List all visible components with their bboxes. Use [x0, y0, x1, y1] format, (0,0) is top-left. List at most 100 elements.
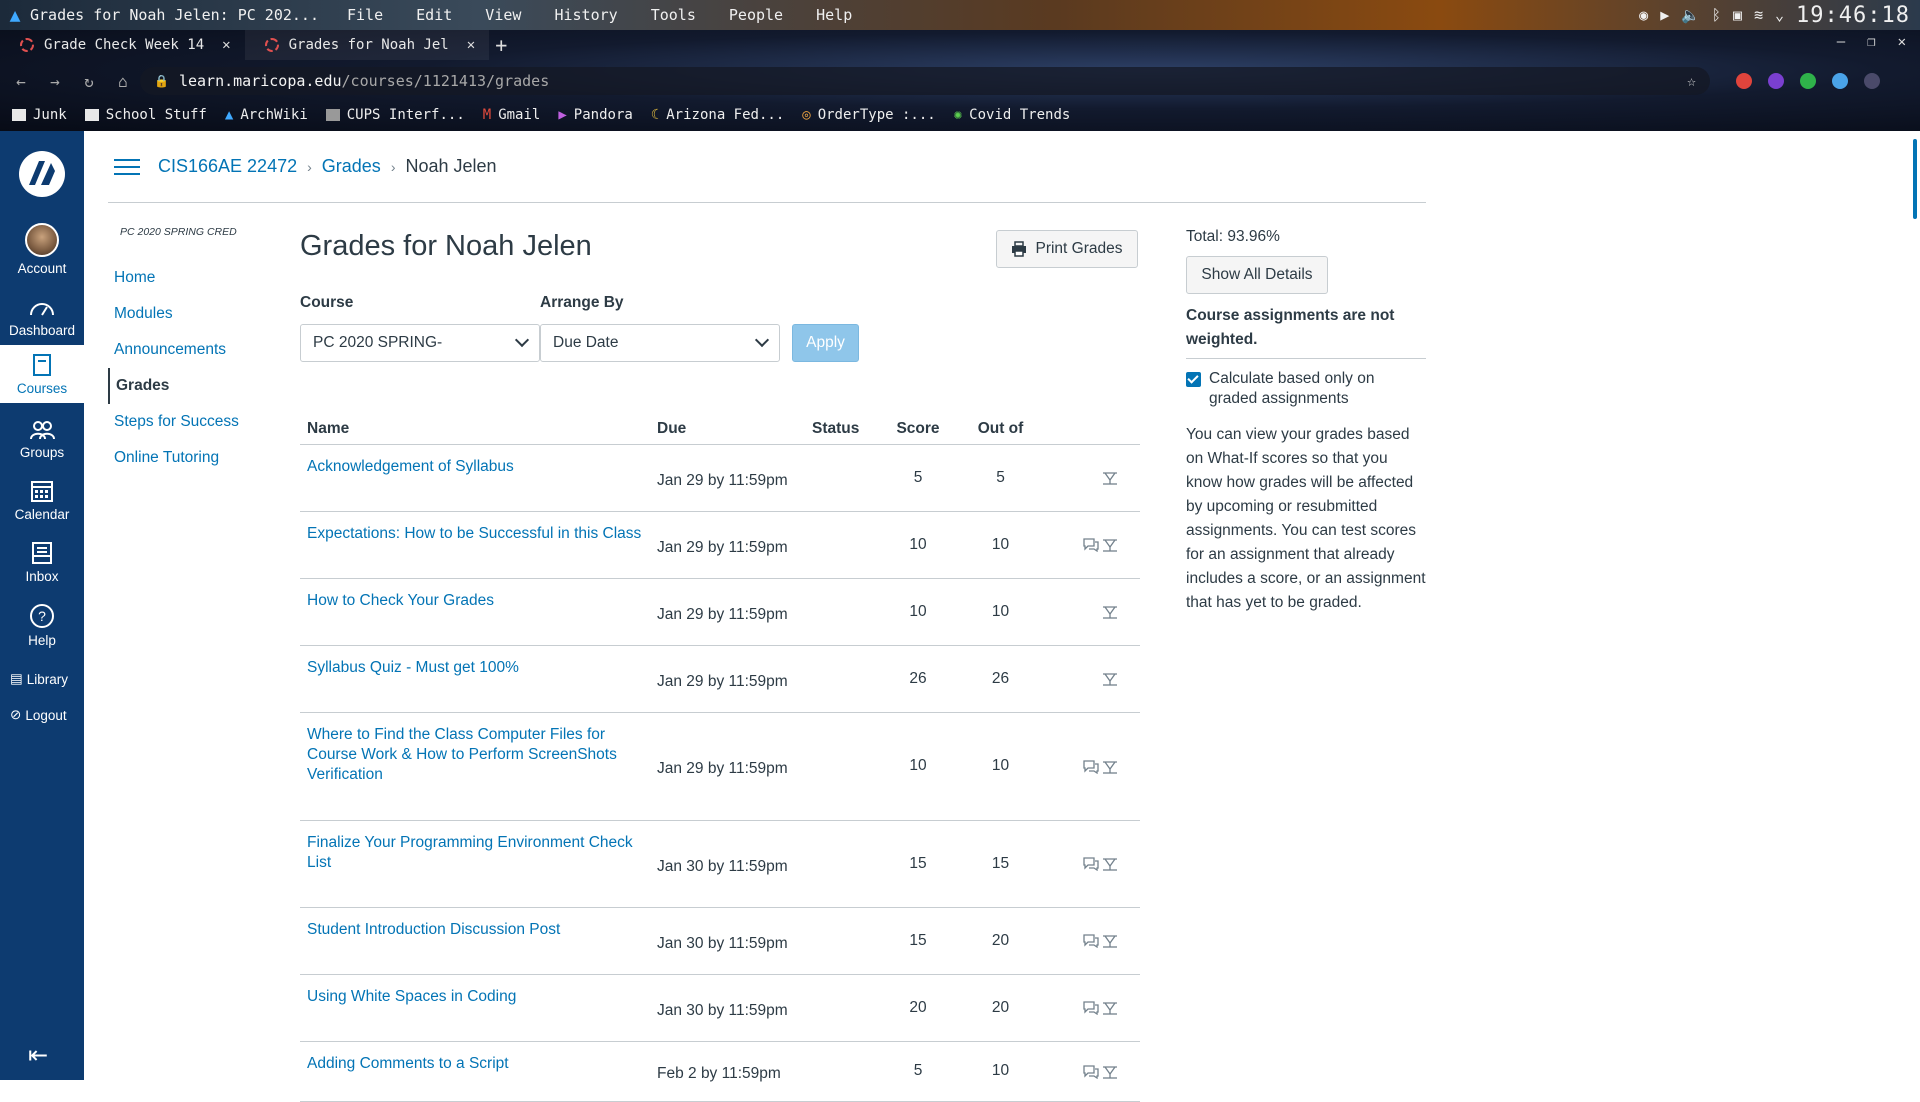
- nav-calendar[interactable]: Calendar: [0, 479, 84, 522]
- hamburger-menu-icon[interactable]: [114, 154, 140, 180]
- comments-icon[interactable]: [1083, 934, 1099, 949]
- rubric-icon[interactable]: [1102, 538, 1118, 552]
- breadcrumb-course[interactable]: CIS166AE 22472: [158, 156, 297, 177]
- tab-grades[interactable]: Grades for Noah Jel ✕: [244, 30, 490, 60]
- assignment-link[interactable]: Where to Find the Class Computer Files f…: [307, 725, 651, 785]
- comments-icon[interactable]: [1083, 857, 1099, 872]
- show-all-details-button[interactable]: Show All Details: [1186, 256, 1328, 294]
- nav-logout[interactable]: ⊘ Logout: [10, 707, 67, 723]
- apply-button[interactable]: Apply: [792, 324, 859, 362]
- score-cell[interactable]: 5: [882, 1041, 954, 1102]
- course-nav-steps-for-success[interactable]: Steps for Success: [108, 404, 278, 440]
- score-cell[interactable]: 15: [882, 907, 954, 975]
- bookmark-archwiki[interactable]: ▲ ArchWiki: [225, 107, 308, 123]
- bookmark-star-icon[interactable]: ☆: [1687, 72, 1696, 90]
- extension-icon[interactable]: [1832, 73, 1848, 89]
- score-cell[interactable]: 15: [882, 820, 954, 908]
- nav-courses[interactable]: Courses: [0, 345, 84, 403]
- menu-help[interactable]: Help: [816, 6, 852, 24]
- rubric-icon[interactable]: [1102, 1001, 1118, 1015]
- volume-icon[interactable]: 🔈: [1681, 6, 1700, 24]
- nav-library[interactable]: ▤ Library: [10, 671, 68, 687]
- bookmark-junk[interactable]: Junk: [12, 107, 67, 123]
- rubric-icon[interactable]: [1102, 672, 1118, 686]
- course-nav-modules[interactable]: Modules: [108, 296, 278, 332]
- assignment-link[interactable]: Adding Comments to a Script: [307, 1054, 651, 1074]
- url-bar[interactable]: 🔒 learn.maricopa.edu/courses/1121413/gra…: [140, 67, 1710, 95]
- score-cell[interactable]: 5: [882, 444, 954, 512]
- close-icon[interactable]: ✕: [467, 37, 475, 53]
- comments-icon[interactable]: [1083, 760, 1099, 774]
- comments-icon[interactable]: [1083, 538, 1099, 553]
- bookmark-covid[interactable]: ✺ Covid Trends: [954, 107, 1071, 123]
- home-icon[interactable]: ⌂: [110, 72, 136, 91]
- menu-history[interactable]: History: [554, 6, 617, 24]
- wifi-icon[interactable]: ≋: [1754, 6, 1763, 24]
- extension-icon[interactable]: [1768, 73, 1784, 89]
- course-nav-home[interactable]: Home: [108, 260, 278, 296]
- canvas-logo-icon[interactable]: [17, 149, 67, 199]
- close-window-icon[interactable]: ✕: [1898, 34, 1906, 50]
- comments-icon[interactable]: [1083, 1065, 1099, 1079]
- menu-people[interactable]: People: [729, 6, 783, 24]
- course-nav-online-tutoring[interactable]: Online Tutoring: [108, 440, 278, 476]
- nav-dashboard[interactable]: Dashboard: [0, 297, 84, 338]
- assignment-link[interactable]: Using White Spaces in Coding: [307, 987, 651, 1007]
- profile-avatar-icon[interactable]: [1864, 73, 1880, 89]
- bluetooth-icon[interactable]: ᛒ: [1712, 6, 1721, 24]
- bookmark-arizona-fed[interactable]: ☾ Arizona Fed...: [651, 107, 784, 123]
- score-cell[interactable]: 10: [882, 712, 954, 821]
- menu-edit[interactable]: Edit: [416, 6, 452, 24]
- bookmark-ordertype[interactable]: ◎ OrderType :...: [802, 107, 935, 123]
- assignment-link[interactable]: Finalize Your Programming Environment Ch…: [307, 833, 651, 873]
- nav-groups[interactable]: Groups: [0, 419, 84, 460]
- new-tab-icon[interactable]: +: [495, 33, 507, 57]
- rubric-icon[interactable]: [1102, 934, 1118, 948]
- assignment-link[interactable]: Expectations: How to be Successful in th…: [307, 524, 651, 544]
- assignment-link[interactable]: How to Check Your Grades: [307, 591, 651, 611]
- comments-icon[interactable]: [1083, 1001, 1099, 1016]
- minimize-icon[interactable]: —: [1837, 34, 1845, 50]
- assignment-link[interactable]: Student Introduction Discussion Post: [307, 920, 651, 940]
- rubric-icon[interactable]: [1102, 605, 1118, 619]
- score-cell[interactable]: 10: [882, 578, 954, 646]
- scrollbar-thumb[interactable]: [1913, 139, 1917, 219]
- course-select[interactable]: PC 2020 SPRING-: [300, 324, 540, 362]
- reload-icon[interactable]: ↻: [76, 72, 102, 91]
- breadcrumb-grades[interactable]: Grades: [322, 156, 381, 177]
- discord-icon[interactable]: ◉: [1639, 6, 1648, 24]
- extension-icon[interactable]: [1800, 73, 1816, 89]
- nav-inbox[interactable]: Inbox: [0, 541, 84, 584]
- chevron-down-icon[interactable]: ⌄: [1775, 6, 1784, 24]
- tab-grade-check[interactable]: Grade Check Week 14 ✕: [0, 30, 245, 60]
- ublock-icon[interactable]: [1736, 73, 1752, 89]
- score-cell[interactable]: 10: [882, 511, 954, 579]
- rubric-icon[interactable]: [1102, 471, 1118, 485]
- scrollbar[interactable]: [1906, 131, 1920, 1080]
- forward-icon[interactable]: →: [42, 72, 68, 91]
- lock-icon[interactable]: 🔒: [154, 74, 169, 88]
- course-nav-grades[interactable]: Grades: [108, 368, 278, 404]
- print-grades-button[interactable]: Print Grades: [996, 230, 1138, 268]
- assignment-link[interactable]: Acknowledgement of Syllabus: [307, 457, 651, 477]
- media-play-icon[interactable]: ▶: [1660, 6, 1669, 24]
- back-icon[interactable]: ←: [8, 72, 34, 91]
- bookmark-school-stuff[interactable]: School Stuff: [84, 107, 207, 123]
- arch-logo-icon[interactable]: ▲: [0, 5, 30, 26]
- menu-view[interactable]: View: [485, 6, 521, 24]
- close-icon[interactable]: ✕: [222, 37, 230, 53]
- score-cell[interactable]: 26: [882, 645, 954, 713]
- bookmark-pandora[interactable]: ▶ Pandora: [558, 107, 632, 123]
- rubric-icon[interactable]: [1102, 760, 1118, 774]
- restore-icon[interactable]: ❐: [1867, 34, 1875, 50]
- nav-account[interactable]: Account: [0, 223, 84, 276]
- collapse-nav-icon[interactable]: ⇤: [28, 1041, 48, 1070]
- rubric-icon[interactable]: [1102, 857, 1118, 871]
- bookmark-cups[interactable]: CUPS Interf...: [325, 107, 465, 123]
- menu-file[interactable]: File: [347, 6, 383, 24]
- assignment-link[interactable]: Syllabus Quiz - Must get 100%: [307, 658, 651, 678]
- bookmark-gmail[interactable]: M Gmail: [483, 107, 541, 123]
- graded-only-checkbox[interactable]: [1186, 372, 1201, 387]
- nav-help[interactable]: ? Help: [0, 603, 84, 648]
- arrange-by-select[interactable]: Due Date: [540, 324, 780, 362]
